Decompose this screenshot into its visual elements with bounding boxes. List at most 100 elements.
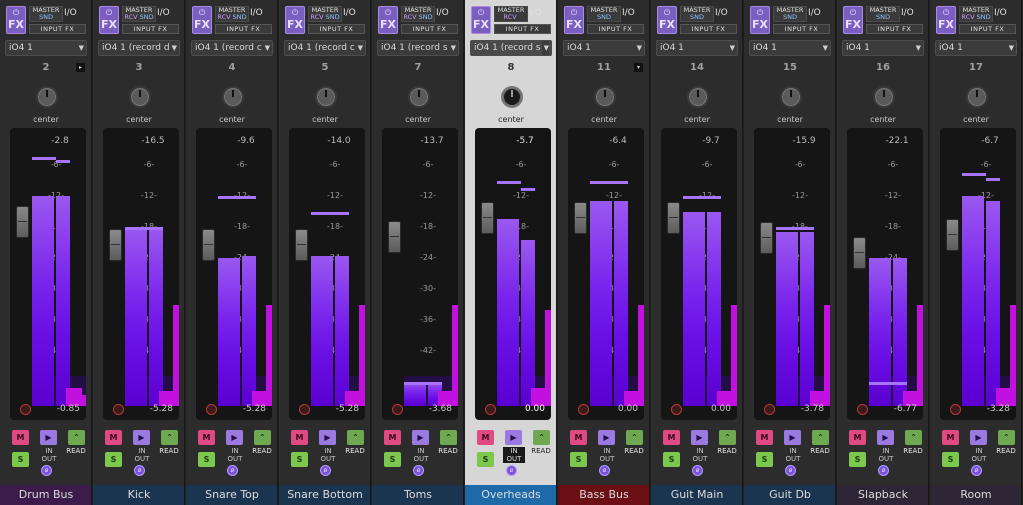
monitor-in-out[interactable]: IN OUT — [968, 447, 990, 463]
mute-button[interactable]: M — [384, 430, 401, 445]
clip-reset-button[interactable] — [950, 404, 961, 415]
io-button[interactable]: I/O — [250, 8, 263, 18]
solo-button[interactable]: S — [198, 452, 215, 467]
fx-button[interactable]: ⏻ FX — [471, 6, 491, 34]
clip-reset-button[interactable] — [299, 404, 310, 415]
master-send-toggle[interactable]: MASTER SND — [29, 6, 63, 22]
track-name[interactable]: Toms — [372, 485, 463, 505]
input-fx-button[interactable]: INPUT FX — [773, 24, 830, 34]
master-send-toggle[interactable]: MASTER SND — [773, 6, 807, 22]
clip-reset-button[interactable] — [485, 404, 496, 415]
folder-toggle-icon[interactable]: ▸ — [76, 63, 85, 72]
meter-area[interactable]: -6--12--18--24--30--36--42--6.7-3.28 — [940, 128, 1016, 420]
link-icon[interactable]: ø — [506, 465, 517, 476]
solo-button[interactable]: S — [756, 452, 773, 467]
record-input-select[interactable]: iO4 1 (record c ▼ — [284, 40, 366, 56]
clip-reset-button[interactable] — [578, 404, 589, 415]
play-icon[interactable]: ▶ — [133, 430, 150, 445]
input-fx-button[interactable]: INPUT FX — [680, 24, 737, 34]
link-icon[interactable]: ø — [785, 465, 796, 476]
mute-button[interactable]: M — [477, 430, 494, 445]
play-icon[interactable]: ▶ — [319, 430, 336, 445]
track-name[interactable]: Guit Db — [744, 485, 835, 505]
clip-reset-button[interactable] — [20, 404, 31, 415]
monitor-in-out[interactable]: IN OUT — [38, 447, 60, 463]
automation-icon[interactable]: ⌃ — [719, 430, 736, 445]
folder-toggle-icon[interactable]: ▾ — [634, 63, 643, 72]
record-input-select[interactable]: iO4 1 (record d ▼ — [98, 40, 180, 56]
mute-button[interactable]: M — [198, 430, 215, 445]
automation-mode-read[interactable]: READ — [155, 447, 183, 455]
meter-area[interactable]: -6--12--18--24--30--36--42--14.0-5.28 — [289, 128, 365, 420]
io-button[interactable]: I/O — [994, 8, 1007, 18]
play-icon[interactable]: ▶ — [598, 430, 615, 445]
track-name[interactable]: Guit Main — [651, 485, 742, 505]
power-icon[interactable]: ⏻ — [751, 8, 769, 18]
volume-fader[interactable] — [853, 237, 866, 269]
volume-fader[interactable] — [946, 218, 959, 251]
io-button[interactable]: I/O — [157, 8, 170, 18]
play-icon[interactable]: ▶ — [784, 430, 801, 445]
io-button[interactable]: I/O — [64, 8, 77, 18]
volume-fader[interactable] — [109, 229, 122, 262]
link-icon[interactable]: ø — [692, 465, 703, 476]
io-button[interactable]: I/O — [808, 8, 821, 18]
link-icon[interactable]: ø — [227, 465, 238, 476]
input-fx-button[interactable]: INPUT FX — [308, 24, 365, 34]
master-send-toggle[interactable]: MASTER SND — [866, 6, 900, 22]
play-icon[interactable]: ▶ — [226, 430, 243, 445]
record-input-select[interactable]: iO4 1 ▼ — [5, 40, 87, 56]
master-send-toggle[interactable]: MASTER SND — [680, 6, 714, 22]
automation-icon[interactable]: ⌃ — [998, 430, 1015, 445]
automation-mode-read[interactable]: READ — [899, 447, 927, 455]
master-send-toggle[interactable]: MASTER RCV SND — [959, 6, 993, 22]
input-fx-button[interactable]: INPUT FX — [494, 24, 551, 34]
link-icon[interactable]: ø — [878, 465, 889, 476]
input-fx-button[interactable]: INPUT FX — [866, 24, 923, 34]
automation-mode-read[interactable]: READ — [713, 447, 741, 455]
power-icon[interactable]: ⏻ — [286, 8, 304, 18]
record-input-select[interactable]: iO4 1 (record s ▼ — [470, 40, 552, 56]
play-icon[interactable]: ▶ — [505, 430, 522, 445]
solo-button[interactable]: S — [570, 452, 587, 467]
input-fx-button[interactable]: INPUT FX — [215, 24, 272, 34]
record-input-select[interactable]: iO4 1 ▼ — [563, 40, 645, 56]
input-fx-button[interactable]: INPUT FX — [959, 24, 1016, 34]
meter-area[interactable]: -6--12--18--24--30--36--42--9.70.00 — [661, 128, 737, 420]
solo-button[interactable]: S — [942, 452, 959, 467]
io-button[interactable]: I/O — [529, 8, 542, 18]
power-icon[interactable]: ⏻ — [937, 8, 955, 18]
meter-area[interactable]: -6--12--18--24--30--36--42--15.9-3.78 — [754, 128, 830, 420]
automation-icon[interactable]: ⌃ — [440, 430, 457, 445]
automation-mode-read[interactable]: READ — [434, 447, 462, 455]
track-name[interactable]: Snare Top — [186, 485, 277, 505]
meter-area[interactable]: -6--12--18--24--30--36--42--2.8-0.85 — [10, 128, 86, 420]
power-icon[interactable]: ⏻ — [193, 8, 211, 18]
pan-knob[interactable] — [687, 86, 709, 108]
volume-fader[interactable] — [574, 202, 587, 234]
monitor-in-out[interactable]: IN OUT — [410, 447, 432, 463]
automation-icon[interactable]: ⌃ — [812, 430, 829, 445]
pan-knob[interactable] — [315, 86, 337, 108]
track-name[interactable]: Snare Bottom — [279, 485, 370, 505]
fx-button[interactable]: ⏻ FX — [564, 6, 584, 34]
meter-area[interactable]: -6--12--18--24--30--36--42--5.70.00 — [475, 128, 551, 420]
automation-mode-read[interactable]: READ — [527, 447, 555, 455]
automation-mode-read[interactable]: READ — [341, 447, 369, 455]
record-input-select[interactable]: iO4 1 (record c ▼ — [191, 40, 273, 56]
record-input-select[interactable]: iO4 1 ▼ — [842, 40, 924, 56]
automation-icon[interactable]: ⌃ — [347, 430, 364, 445]
monitor-in-out[interactable]: IN OUT — [875, 447, 897, 463]
volume-fader[interactable] — [16, 206, 29, 239]
io-button[interactable]: I/O — [343, 8, 356, 18]
record-input-select[interactable]: iO4 1 ▼ — [656, 40, 738, 56]
master-send-toggle[interactable]: MASTER RCV SND — [215, 6, 249, 22]
record-input-select[interactable]: iO4 1 ▼ — [749, 40, 831, 56]
monitor-in-out[interactable]: IN OUT — [317, 447, 339, 463]
volume-fader[interactable] — [388, 221, 401, 254]
clip-reset-button[interactable] — [392, 404, 403, 415]
mute-button[interactable]: M — [942, 430, 959, 445]
solo-button[interactable]: S — [477, 452, 494, 467]
monitor-in-out[interactable]: IN OUT — [224, 447, 246, 463]
fx-button[interactable]: ⏻ FX — [192, 6, 212, 34]
